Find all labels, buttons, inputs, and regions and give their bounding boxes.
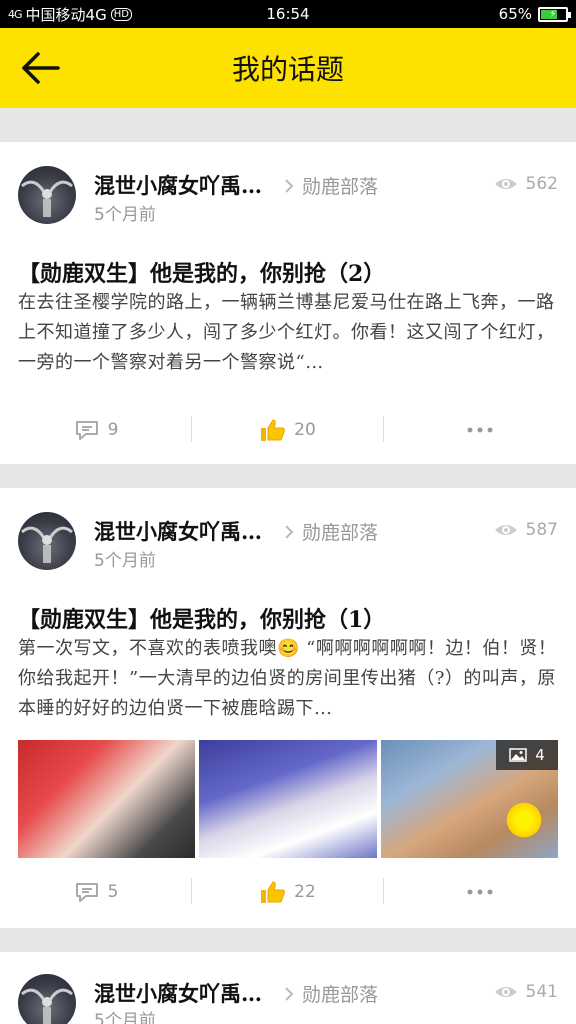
post-actions: 5 22 xyxy=(0,868,576,916)
post-card[interactable]: 混世小腐女吖禹… 5个月前 勋鹿部落 541 xyxy=(0,952,576,1024)
comment-count: 9 xyxy=(107,420,119,440)
eye-icon xyxy=(494,179,517,189)
arrow-left-icon xyxy=(22,52,60,84)
avatar[interactable] xyxy=(18,166,76,224)
comment-icon xyxy=(75,883,98,902)
author-row: 混世小腐女吖禹… 5个月前 勋鹿部落 587 xyxy=(0,488,576,588)
view-count: 587 xyxy=(494,520,558,540)
author-row: 混世小腐女吖禹… 5个月前 勋鹿部落 541 xyxy=(0,952,576,1024)
comment-count: 5 xyxy=(107,882,119,902)
post-excerpt[interactable]: 在去往圣樱学院的路上，一辆辆兰博基尼爱马仕在路上飞奔，一路上不知道撞了多少人，闯… xyxy=(18,288,558,378)
post-excerpt[interactable]: 第一次写文，不喜欢的表喷我噢😊 “啊啊啊啊啊啊！边！伯！贤！你给我起开！”一大清… xyxy=(18,634,558,724)
author-name[interactable]: 混世小腐女吖禹… xyxy=(94,978,262,1008)
image-grid: 4 xyxy=(18,740,558,858)
chevron-right-icon xyxy=(285,178,294,193)
more-icon xyxy=(467,427,493,433)
post-image[interactable] xyxy=(18,740,196,858)
post-image[interactable]: 4 xyxy=(380,740,558,858)
avatar[interactable] xyxy=(18,512,76,570)
flower-decoration xyxy=(503,800,544,840)
comment-icon xyxy=(75,421,98,440)
more-button[interactable] xyxy=(384,868,576,916)
page-title: 我的话题 xyxy=(231,53,344,86)
thumbs-up-icon xyxy=(261,419,285,441)
tribe-label: 勋鹿部落 xyxy=(302,522,379,544)
author-name[interactable]: 混世小腐女吖禹… xyxy=(94,516,262,546)
like-count: 20 xyxy=(294,420,316,440)
eye-icon xyxy=(494,525,517,535)
signal-icon: 4G xyxy=(8,7,22,21)
chevron-right-icon xyxy=(285,986,294,1001)
like-button[interactable]: 22 xyxy=(192,868,384,916)
author-name[interactable]: 混世小腐女吖禹… xyxy=(94,170,262,200)
battery-icon: ⚡ xyxy=(538,6,571,22)
post-time: 5个月前 xyxy=(94,1011,156,1024)
comment-button[interactable]: 9 xyxy=(0,406,192,454)
eye-icon xyxy=(494,987,517,997)
carrier-label: 中国移动4G xyxy=(25,5,107,24)
views-value: 541 xyxy=(525,982,558,1002)
post-title[interactable]: 【勋鹿双生】他是我的，你别抢（2） xyxy=(18,256,385,288)
image-count: 4 xyxy=(535,746,545,764)
post-actions: 9 20 xyxy=(0,406,576,454)
views-value: 562 xyxy=(525,174,558,194)
views-value: 587 xyxy=(525,520,558,540)
post-image[interactable] xyxy=(199,740,377,858)
view-count: 541 xyxy=(494,982,558,1002)
tribe-link[interactable]: 勋鹿部落 xyxy=(284,172,378,199)
post-title[interactable]: 【勋鹿双生】他是我的，你别抢（1） xyxy=(18,602,385,634)
post-card[interactable]: 混世小腐女吖禹… 5个月前 勋鹿部落 562 【勋鹿双生】他是我的，你别抢（2）… xyxy=(0,142,576,464)
view-count: 562 xyxy=(494,174,558,194)
battery-percent: 65% xyxy=(498,5,532,23)
thumbs-up-icon xyxy=(261,881,285,903)
back-button[interactable] xyxy=(16,46,64,90)
tribe-label: 勋鹿部落 xyxy=(302,984,379,1006)
image-count-badge: 4 xyxy=(495,740,558,770)
status-bar: 4G 中国移动4G HD 16:54 65% ⚡ xyxy=(0,0,576,28)
comment-button[interactable]: 5 xyxy=(0,868,192,916)
hd-badge: HD xyxy=(110,7,132,21)
more-button[interactable] xyxy=(384,406,576,454)
post-card[interactable]: 混世小腐女吖禹… 5个月前 勋鹿部落 587 【勋鹿双生】他是我的，你别抢（1）… xyxy=(0,488,576,928)
avatar[interactable] xyxy=(18,974,76,1024)
author-row: 混世小腐女吖禹… 5个月前 勋鹿部落 562 xyxy=(0,142,576,242)
more-icon xyxy=(467,889,493,895)
chevron-right-icon xyxy=(285,524,294,539)
like-count: 22 xyxy=(294,882,316,902)
app-header: 我的话题 xyxy=(0,28,576,108)
post-time: 5个月前 xyxy=(94,551,156,571)
like-button[interactable]: 20 xyxy=(192,406,384,454)
post-time: 5个月前 xyxy=(94,205,156,225)
tribe-label: 勋鹿部落 xyxy=(302,176,379,198)
tribe-link[interactable]: 勋鹿部落 xyxy=(284,980,378,1007)
tribe-link[interactable]: 勋鹿部落 xyxy=(284,518,378,545)
image-icon xyxy=(509,748,527,762)
